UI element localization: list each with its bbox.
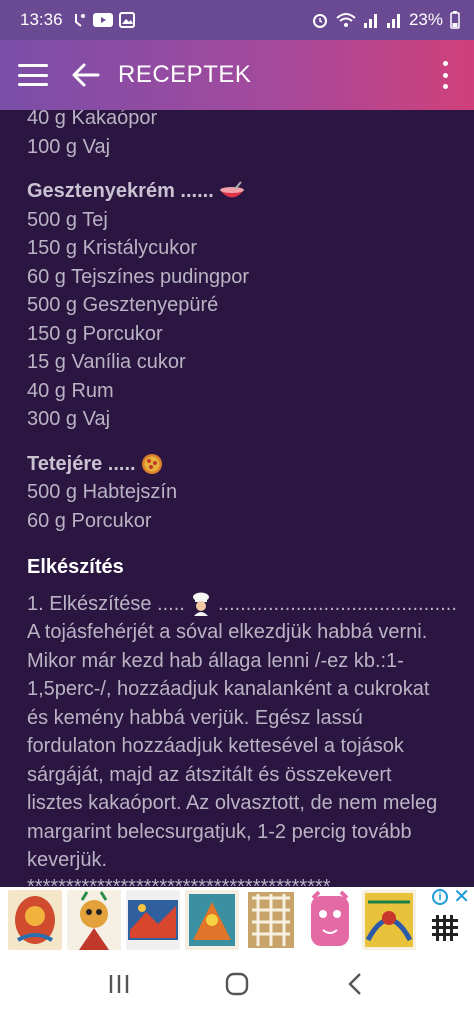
step-title: 1. Elkészítése ..... ...................…	[27, 590, 457, 619]
system-nav-bar	[0, 952, 474, 1016]
ad-product-image[interactable]	[244, 889, 298, 950]
ingredient-line: 150 g Kristálycukor	[27, 237, 198, 259]
step-text: A tojásfehérjét a sóval elkezdjük habbá …	[27, 621, 438, 871]
ingredient-line: 500 g Habtejszín	[27, 481, 178, 503]
hamburger-icon[interactable]	[18, 64, 48, 86]
section-heading-text: Tetejére .....	[27, 452, 136, 475]
section-heading: Tetejére .....	[27, 450, 447, 479]
ingredient-line: 15 g Vanília cukor	[27, 351, 186, 373]
method-heading: Elkészítés	[27, 556, 124, 578]
notification-icons	[73, 12, 135, 28]
back-nav-icon[interactable]	[335, 964, 375, 1004]
ingredient-line: 500 g Gesztenyepüré	[27, 294, 219, 316]
status-bar: 13:36 23%	[0, 0, 474, 40]
ingredient-line: 40 g Kakaópor	[27, 110, 158, 129]
ad-product-image[interactable]	[303, 889, 357, 950]
wifi-icon	[336, 13, 356, 27]
ingredient-line: 150 g Porcukor	[27, 322, 163, 345]
signal-icon	[363, 14, 377, 28]
bowl-icon	[220, 181, 245, 198]
page-title: RECEPTEK	[118, 61, 252, 88]
ad-product-image[interactable]	[8, 889, 62, 950]
battery-level: 23%	[408, 10, 443, 29]
ingredient-line: 100 g Vaj	[27, 135, 111, 158]
app-bar: RECEPTEK	[0, 40, 474, 110]
ad-product-image[interactable]	[362, 889, 416, 950]
ad-product-image[interactable]	[67, 889, 121, 950]
recipe-content[interactable]: 40 g Kakaópor 100 g Vaj Gesztenyekrém ..…	[0, 110, 474, 887]
home-icon[interactable]	[217, 964, 257, 1004]
ingredient-line: 40 g Rum	[27, 379, 114, 402]
ingredient-line: 60 g Tejszínes pudingpor	[27, 265, 250, 288]
status-time: 13:36	[20, 10, 63, 29]
status-right: 23%	[311, 10, 460, 30]
step-label: 1. Elkészítése .....	[27, 592, 185, 615]
ingredient-line: 300 g Vaj	[27, 408, 111, 430]
battery-icon	[450, 11, 460, 29]
alarm-icon	[312, 14, 327, 28]
step-dots: ........................................…	[217, 592, 457, 615]
more-vertical-icon[interactable]	[440, 61, 450, 89]
ad-close-icon[interactable]: ✕	[453, 887, 470, 907]
signal-icon-2	[386, 14, 400, 28]
ad-info-icon[interactable]: i	[432, 889, 448, 905]
separator-line: ***************************************	[27, 875, 331, 888]
ad-choices-icon[interactable]	[430, 913, 460, 943]
back-arrow-icon[interactable]	[70, 59, 102, 91]
section-heading-text: Gesztenyekrém ......	[27, 180, 214, 202]
ingredient-line: 60 g Porcukor	[27, 509, 152, 532]
ad-banner[interactable]: i ✕	[0, 887, 474, 952]
ad-product-image[interactable]	[126, 889, 180, 950]
recent-apps-icon[interactable]	[99, 964, 139, 1004]
section-heading: Gesztenyekrém ......	[27, 177, 447, 206]
chef-icon	[193, 592, 210, 617]
ad-product-image[interactable]	[185, 889, 239, 950]
pizza-icon	[142, 454, 163, 475]
gallery-icon	[118, 12, 135, 28]
youtube-icon	[92, 13, 113, 27]
missed-call-icon	[74, 14, 85, 27]
ingredient-line: 500 g Tej	[27, 208, 108, 231]
